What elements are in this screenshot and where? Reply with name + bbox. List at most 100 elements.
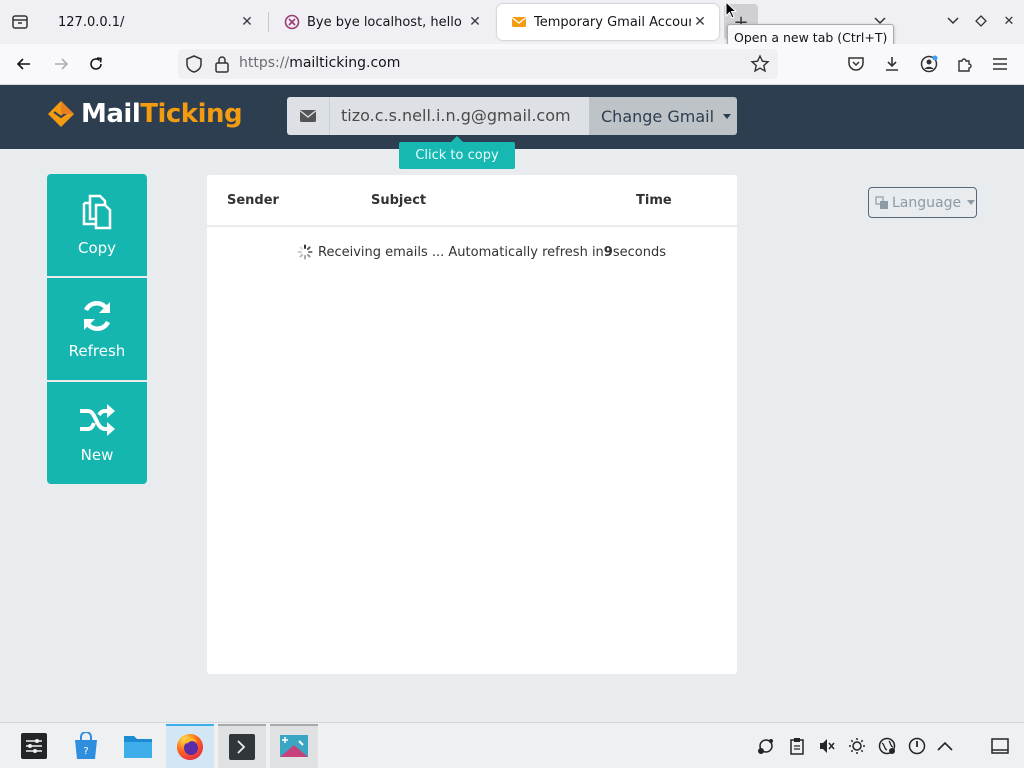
desktop-icon bbox=[991, 738, 1009, 754]
maximize-button[interactable] bbox=[970, 10, 992, 32]
logo-text: MailTicking bbox=[81, 99, 243, 129]
tab-title: Temporary Gmail Account bbox=[534, 14, 691, 30]
close-icon[interactable]: ✕ bbox=[466, 13, 484, 31]
reload-button[interactable] bbox=[81, 50, 111, 78]
gauge-icon bbox=[908, 737, 926, 755]
chevron-up-icon bbox=[937, 741, 953, 751]
refresh-label: Refresh bbox=[68, 342, 126, 360]
tab-title: Bye bye localhost, hello wo bbox=[307, 14, 466, 30]
forward-button[interactable] bbox=[46, 50, 76, 78]
pocket-icon bbox=[848, 57, 864, 71]
envelope-logo-icon bbox=[48, 101, 74, 127]
copy-icon bbox=[82, 194, 112, 230]
screenshot-icon bbox=[280, 735, 308, 757]
account-button[interactable] bbox=[919, 54, 939, 74]
copy-label: Copy bbox=[77, 239, 117, 257]
close-icon[interactable]: ✕ bbox=[691, 13, 709, 31]
taskbar-discover[interactable]: ? bbox=[62, 724, 110, 768]
clipboard-tray[interactable] bbox=[787, 736, 807, 756]
new-label: New bbox=[80, 446, 114, 464]
translate-icon bbox=[875, 195, 888, 209]
taskbar: ? bbox=[0, 722, 1024, 768]
show-hidden-icons-button[interactable] bbox=[935, 736, 955, 756]
navigation-bar: https://mailticking.com bbox=[0, 44, 1024, 85]
email-address-field[interactable] bbox=[329, 97, 589, 135]
caret-down-icon bbox=[967, 200, 976, 205]
network-vpn-tray[interactable] bbox=[756, 736, 776, 756]
tab-list-button[interactable] bbox=[6, 8, 34, 36]
mailticking-logo[interactable]: MailTicking bbox=[46, 99, 243, 129]
launcher-icon bbox=[21, 733, 47, 759]
lock-icon[interactable] bbox=[212, 54, 232, 74]
minimize-button[interactable] bbox=[942, 10, 964, 32]
account-icon bbox=[920, 55, 938, 73]
puzzle-icon bbox=[958, 58, 972, 72]
tab-temporary-gmail[interactable]: Temporary Gmail Account ✕ bbox=[497, 4, 719, 40]
close-icon[interactable]: ✕ bbox=[238, 13, 256, 31]
arrow-left-icon bbox=[16, 58, 30, 70]
brightness-icon bbox=[849, 738, 865, 754]
extensions-button[interactable] bbox=[955, 54, 975, 74]
shield-icon[interactable] bbox=[184, 54, 204, 74]
clipboard-icon bbox=[790, 738, 804, 755]
email-addon bbox=[287, 97, 329, 135]
email-input-group: Change Gmail bbox=[287, 97, 737, 135]
taskbar-file-manager[interactable] bbox=[114, 724, 162, 768]
shuffle-icon bbox=[80, 404, 115, 436]
inbox-panel: Sender Subject Time Receiving emails ...… bbox=[207, 175, 737, 674]
caret-down-icon bbox=[723, 113, 732, 119]
xcross-favicon-icon bbox=[284, 14, 300, 30]
mouse-cursor-icon bbox=[725, 1, 737, 19]
envelope-favicon-icon bbox=[512, 17, 526, 27]
column-header-time: Time bbox=[636, 193, 672, 208]
terminal-icon bbox=[229, 734, 255, 760]
inbox-header-row: Sender Subject Time bbox=[207, 175, 737, 227]
network-icon bbox=[758, 739, 773, 754]
taskbar-firefox[interactable] bbox=[166, 724, 214, 768]
download-icon bbox=[886, 57, 898, 71]
show-desktop-button[interactable] bbox=[990, 736, 1010, 756]
refresh-icon bbox=[83, 301, 111, 331]
volume-tray[interactable] bbox=[817, 736, 837, 756]
column-header-sender: Sender bbox=[227, 193, 279, 208]
shopping-bag-icon: ? bbox=[75, 732, 97, 759]
tab-localhost[interactable]: 127.0.0.1/ ✕ bbox=[44, 4, 266, 40]
envelope-icon bbox=[300, 110, 316, 122]
updates-tray[interactable] bbox=[907, 736, 927, 756]
diamond-icon bbox=[975, 15, 987, 27]
brightness-tray[interactable] bbox=[847, 736, 867, 756]
tab-bye-localhost[interactable]: Bye bye localhost, hello wo ✕ bbox=[270, 4, 494, 40]
loading-spinner-icon bbox=[297, 244, 313, 260]
site-header: MailTicking Change Gmail Language bbox=[0, 85, 1024, 218]
change-gmail-label: Change Gmail bbox=[601, 106, 715, 126]
network-manager-tray[interactable] bbox=[877, 736, 897, 756]
menu-button[interactable] bbox=[990, 54, 1010, 74]
address-bar[interactable]: https://mailticking.com bbox=[178, 49, 778, 79]
refresh-countdown: 9 bbox=[603, 244, 613, 260]
url-text[interactable]: https://mailticking.com bbox=[239, 55, 400, 71]
arrow-right-icon bbox=[55, 58, 69, 70]
downloads-button[interactable] bbox=[882, 54, 902, 74]
logo-ticking-text: Ticking bbox=[140, 99, 243, 129]
tab-title: 127.0.0.1/ bbox=[58, 14, 125, 30]
star-icon[interactable] bbox=[750, 54, 770, 74]
taskbar-screenshot-tool[interactable] bbox=[270, 724, 318, 768]
hamburger-menu-icon bbox=[993, 58, 1007, 70]
close-icon: ✕ bbox=[1003, 13, 1015, 29]
inbox-status-message: Receiving emails ... Automatically refre… bbox=[297, 244, 666, 260]
pocket-button[interactable] bbox=[846, 54, 866, 74]
change-gmail-button[interactable]: Change Gmail bbox=[589, 97, 737, 135]
reload-icon bbox=[90, 57, 102, 70]
taskbar-terminal[interactable] bbox=[218, 724, 266, 768]
back-button[interactable] bbox=[9, 50, 39, 78]
new-email-button[interactable]: New bbox=[47, 382, 147, 484]
close-window-button[interactable]: ✕ bbox=[998, 10, 1020, 32]
copy-button[interactable]: Copy bbox=[47, 174, 147, 276]
refresh-button[interactable]: Refresh bbox=[47, 278, 147, 380]
application-launcher[interactable] bbox=[10, 724, 58, 768]
language-dropdown[interactable]: Language bbox=[868, 187, 977, 218]
svg-text:?: ? bbox=[83, 746, 88, 757]
logo-mail-text: Mail bbox=[81, 99, 141, 129]
tab-list-icon bbox=[12, 15, 28, 29]
globe-icon bbox=[878, 737, 896, 755]
